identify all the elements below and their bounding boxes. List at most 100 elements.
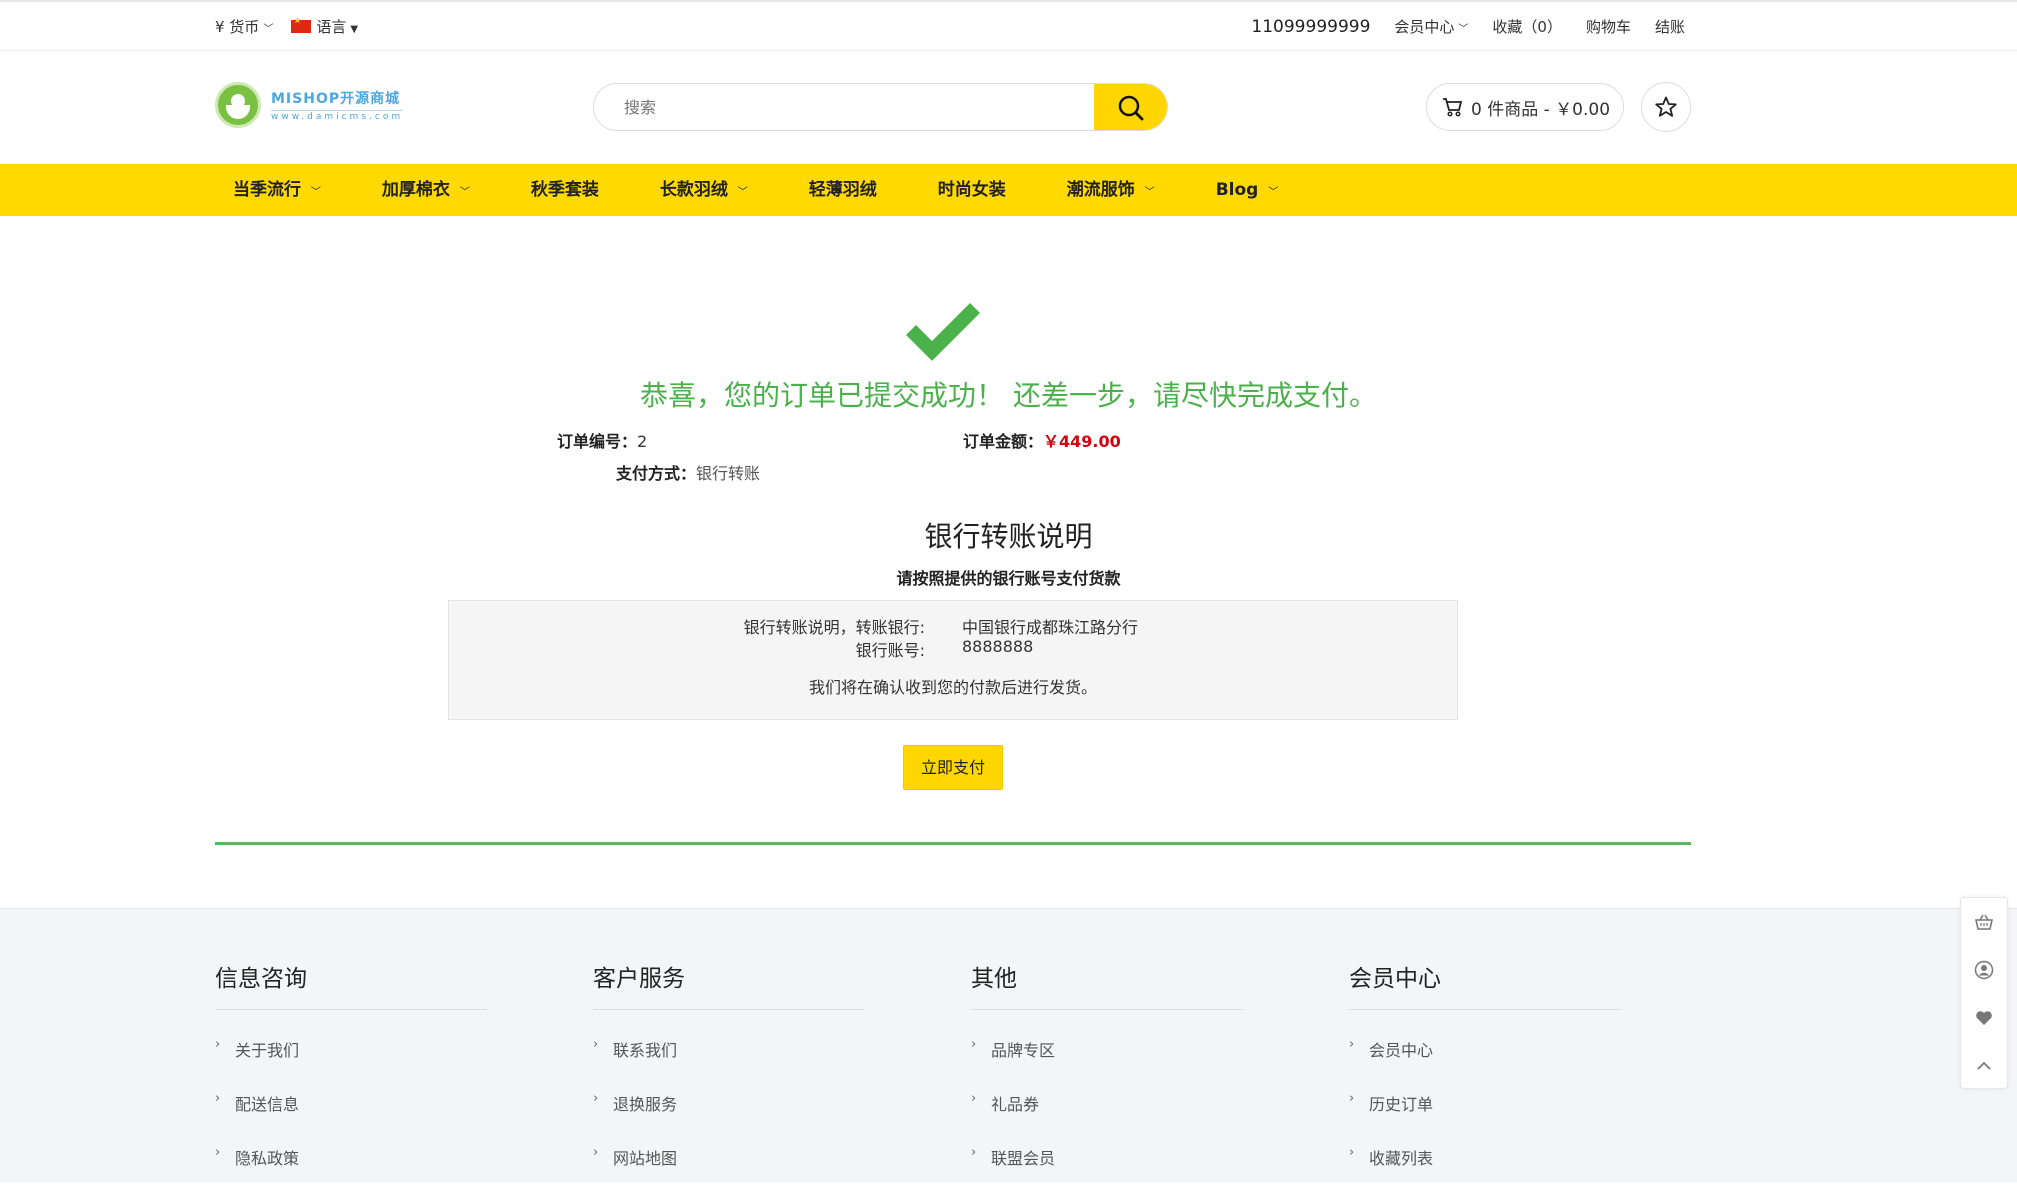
footer-link[interactable]: › 关于我们 bbox=[215, 1024, 487, 1078]
payment-method-value: 银行转账 bbox=[696, 464, 761, 483]
side-account-button[interactable] bbox=[1961, 946, 2007, 994]
order-amount-value: ￥449.00 bbox=[1043, 432, 1121, 451]
side-wishlist-button[interactable] bbox=[1961, 994, 2007, 1042]
footer-column-member: 会员中心 › 会员中心 › 历史订单 › 收藏列表 bbox=[1349, 959, 1621, 1186]
basket-icon bbox=[1975, 914, 1993, 930]
footer-link[interactable]: › 联系我们 bbox=[593, 1024, 865, 1078]
footer-column-other: 其他 › 品牌专区 › 礼品券 › 联盟会员 bbox=[971, 959, 1243, 1186]
footer-link[interactable]: › 隐私政策 bbox=[215, 1132, 487, 1186]
side-toolbar bbox=[1960, 897, 2008, 1089]
footer-link-label: 联系我们 bbox=[613, 1041, 678, 1060]
nav-item-2[interactable]: 加厚棉衣 ﹀ bbox=[382, 164, 470, 216]
top-bar: ¥ 货币﹀ 语言▼ 11099999999 会员中心﹀ 收藏（0） 购物车 结账 bbox=[0, 0, 2017, 51]
order-number-value: 2 bbox=[637, 432, 648, 451]
bank-account-label: 银行账号: bbox=[855, 641, 925, 660]
mini-cart-button[interactable]: 0 件商品 - ￥0.00 bbox=[1426, 83, 1624, 131]
order-number-label: 订单编号： bbox=[557, 432, 638, 451]
bank-name-label: 银行转账说明，转账银行: bbox=[743, 618, 925, 637]
chevron-right-icon: › bbox=[971, 1091, 977, 1106]
divider bbox=[215, 842, 1691, 845]
language-dropdown[interactable]: 语言▼ bbox=[291, 16, 358, 37]
bank-transfer-subtitle: 请按照提供的银行账号支付货款 bbox=[896, 569, 1121, 588]
chevron-down-icon: ﹀ bbox=[1458, 24, 1469, 35]
bank-account-value: 8888888 bbox=[962, 637, 1034, 656]
nav-label: 加厚棉衣 bbox=[381, 180, 450, 200]
chevron-right-icon: › bbox=[593, 1091, 599, 1106]
nav-item-5[interactable]: 轻薄羽绒 bbox=[809, 164, 877, 216]
checkmark-icon bbox=[906, 303, 980, 361]
footer-link[interactable]: › 品牌专区 bbox=[971, 1024, 1243, 1078]
nav-label: 当季流行 bbox=[233, 180, 301, 200]
nav-label: Blog bbox=[1215, 180, 1259, 200]
favorites-link[interactable]: 收藏（0） bbox=[1492, 16, 1562, 37]
order-number: 订单编号：2 bbox=[557, 428, 647, 452]
chevron-down-icon: ﹀ bbox=[1144, 187, 1155, 198]
chevron-right-icon: › bbox=[971, 1037, 977, 1052]
footer-link-label: 联盟会员 bbox=[991, 1149, 1056, 1168]
order-amount-label: 订单金额： bbox=[963, 432, 1044, 451]
search-button[interactable] bbox=[1094, 84, 1167, 130]
nav-item-blog[interactable]: Blog ﹀ bbox=[1216, 164, 1279, 216]
chevron-down-icon: ﹀ bbox=[263, 24, 274, 35]
search-input[interactable] bbox=[594, 84, 1094, 130]
nav-label: 秋季套装 bbox=[530, 180, 599, 200]
chevron-down-icon: ﹀ bbox=[459, 187, 470, 198]
checkout-link[interactable]: 结账 bbox=[1655, 16, 1685, 37]
footer-link[interactable]: › 配送信息 bbox=[215, 1078, 487, 1132]
currency-dropdown[interactable]: ¥ 货币 ﹀ bbox=[215, 16, 273, 37]
wishlist-button[interactable] bbox=[1641, 82, 1691, 132]
footer-link-label: 退换服务 bbox=[613, 1095, 678, 1114]
member-center-dropdown[interactable]: 会员中心 ﹀ bbox=[1394, 16, 1468, 37]
footer-link-label: 会员中心 bbox=[1369, 1041, 1434, 1060]
nav-item-6[interactable]: 时尚女装 bbox=[938, 164, 1006, 216]
nav-label: 时尚女装 bbox=[937, 180, 1006, 200]
chevron-right-icon: › bbox=[1349, 1037, 1355, 1052]
footer-column-title: 会员中心 bbox=[1349, 959, 1621, 1010]
footer-link[interactable]: › 收藏列表 bbox=[1349, 1132, 1621, 1186]
search-bar bbox=[593, 83, 1168, 131]
bank-transfer-title: 银行转账说明 bbox=[924, 520, 1093, 553]
footer-link-label: 隐私政策 bbox=[235, 1149, 300, 1168]
user-icon bbox=[1974, 960, 1994, 980]
logo-url: www.damicms.com bbox=[271, 110, 404, 122]
footer-column-title: 其他 bbox=[971, 959, 1243, 1010]
nav-item-7[interactable]: 潮流服饰 ﹀ bbox=[1067, 164, 1155, 216]
footer-link[interactable]: › 网站地图 bbox=[593, 1132, 865, 1186]
star-icon bbox=[1655, 96, 1677, 117]
currency-label: ¥ 货币 bbox=[215, 18, 260, 36]
side-cart-button[interactable] bbox=[1961, 898, 2007, 946]
payment-method: 支付方式：银行转账 bbox=[616, 460, 760, 484]
footer-link[interactable]: › 历史订单 bbox=[1349, 1078, 1621, 1132]
back-to-top-button[interactable] bbox=[1961, 1042, 2007, 1090]
footer-link[interactable]: › 联盟会员 bbox=[971, 1132, 1243, 1186]
logo-title: MISHOP开源商城 bbox=[271, 91, 401, 107]
success-message: 恭喜，您的订单已提交成功！ 还差一步，请尽快完成支付。 bbox=[640, 379, 1377, 412]
heart-icon bbox=[1976, 1011, 1992, 1025]
footer-link-label: 历史订单 bbox=[1369, 1095, 1434, 1114]
nav-item-4[interactable]: 长款羽绒 ﹀ bbox=[660, 164, 748, 216]
order-amount: 订单金额：￥449.00 bbox=[963, 428, 1121, 452]
chevron-right-icon: › bbox=[1349, 1091, 1355, 1106]
footer-link[interactable]: › 礼品券 bbox=[971, 1078, 1243, 1132]
bank-name-value: 中国银行成都珠江路分行 bbox=[962, 618, 1139, 637]
chevron-right-icon: › bbox=[1349, 1145, 1355, 1160]
footer-column-info: 信息咨询 › 关于我们 › 配送信息 › 隐私政策 bbox=[215, 959, 487, 1186]
pay-now-button[interactable]: 立即支付 bbox=[903, 745, 1003, 790]
footer-column-service: 客户服务 › 联系我们 › 退换服务 › 网站地图 bbox=[593, 959, 865, 1186]
chevron-down-icon: ﹀ bbox=[737, 187, 748, 198]
nav-label: 潮流服饰 bbox=[1066, 180, 1135, 200]
nav-item-3[interactable]: 秋季套装 bbox=[531, 164, 599, 216]
chevron-down-icon: ﹀ bbox=[1268, 187, 1279, 198]
chevron-down-icon: ﹀ bbox=[310, 187, 321, 198]
footer-link[interactable]: › 退换服务 bbox=[593, 1078, 865, 1132]
chevron-right-icon: › bbox=[215, 1145, 221, 1160]
footer-column-title: 信息咨询 bbox=[215, 959, 487, 1010]
china-flag-icon bbox=[291, 16, 312, 33]
nav-item-1[interactable]: 当季流行 ﹀ bbox=[233, 164, 321, 216]
footer-link-label: 礼品券 bbox=[991, 1095, 1040, 1114]
footer-link[interactable]: › 会员中心 bbox=[1349, 1024, 1621, 1078]
site-logo[interactable]: MISHOP开源商城 www.damicms.com bbox=[215, 80, 404, 130]
footer-link-label: 网站地图 bbox=[613, 1149, 678, 1168]
cart-link[interactable]: 购物车 bbox=[1586, 16, 1631, 37]
cart-icon bbox=[1443, 98, 1463, 117]
